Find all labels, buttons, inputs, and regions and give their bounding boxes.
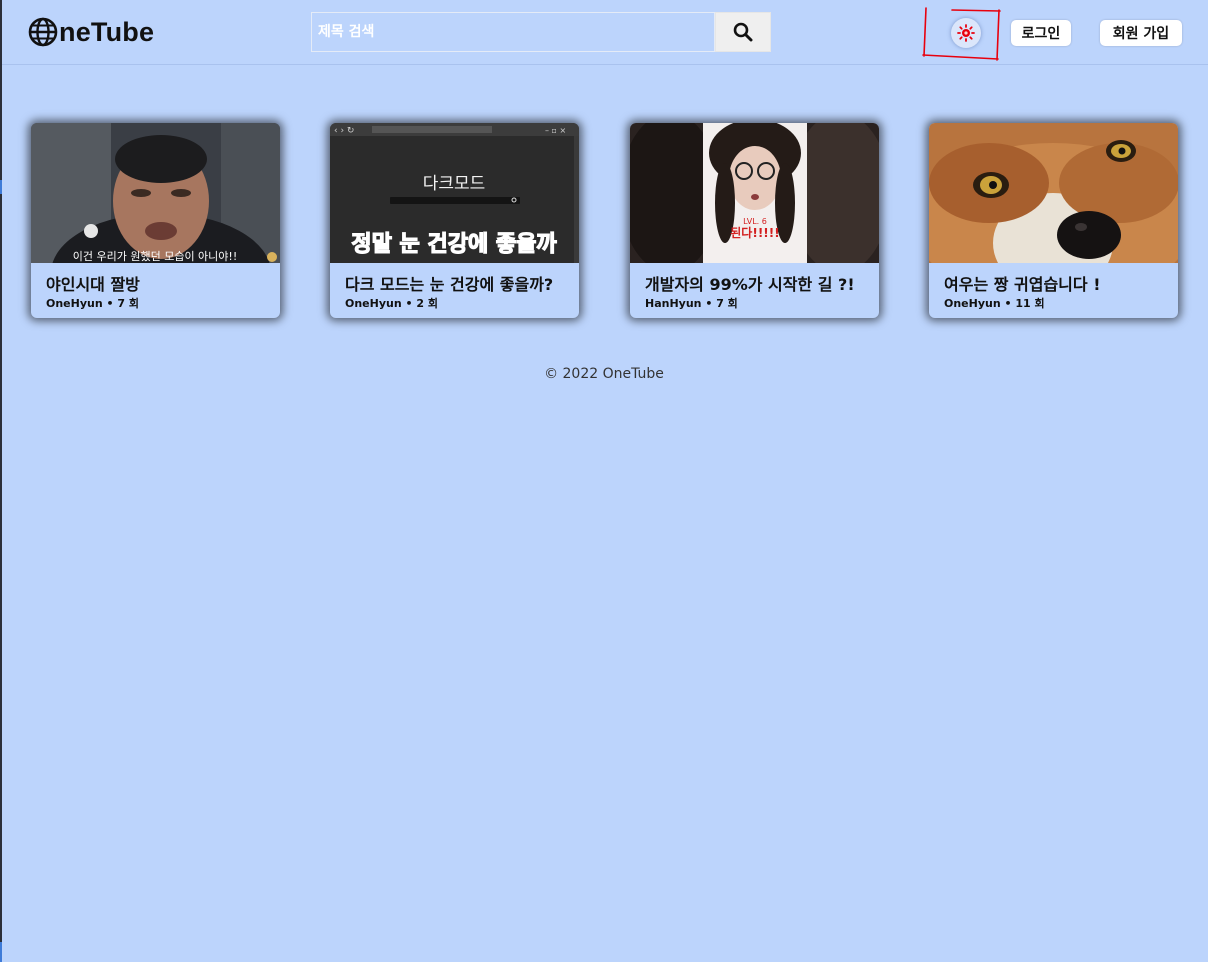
signup-button[interactable]: 회원 가입 [1100, 20, 1182, 46]
video-thumbnail[interactable]: ‹ › ↻ – ▫ × 다크모드 정말 눈 건강에 좋을까 [330, 123, 579, 263]
thumbnail-overlay-text: 된다!!!!! [730, 225, 779, 240]
video-card[interactable]: LVL. 6 된다!!!!! 개발자의 99%가 시작한 길 ?! HanHyu… [630, 123, 879, 318]
svg-text:– ▫ ×: – ▫ × [545, 126, 566, 135]
video-title[interactable]: 야인시대 짤방 [46, 271, 140, 295]
thumbnail-overlay-text: 정말 눈 건강에 좋을까 [351, 232, 557, 257]
search-icon [733, 22, 753, 42]
login-button[interactable]: 로그인 [1011, 20, 1071, 46]
video-card[interactable]: 이건 우리가 원했던 모습이 아니야!! 야인시대 짤방 OneHyun • 7… [31, 123, 280, 318]
video-title[interactable]: 개발자의 99%가 시작한 길 ?! [645, 271, 855, 295]
site-header: neTube 로그인 회원 가입 [2, 0, 1208, 65]
sun-icon [957, 24, 975, 42]
globe-icon [28, 17, 58, 47]
video-meta: OneHyun • 2 회 [345, 297, 438, 310]
theme-toggle-button[interactable] [951, 18, 981, 48]
logo[interactable]: neTube [28, 16, 154, 48]
thumbnail-caption: 이건 우리가 원했던 모습이 아니야!! [73, 250, 238, 263]
video-title[interactable]: 여우는 짱 귀엽습니다 ! [944, 271, 1101, 295]
video-title[interactable]: 다크 모드는 눈 건강에 좋을까? [345, 271, 553, 295]
video-thumbnail[interactable] [929, 123, 1178, 263]
video-thumbnail[interactable]: LVL. 6 된다!!!!! [630, 123, 879, 263]
footer-copyright: © 2022 OneTube [544, 366, 664, 382]
video-meta: OneHyun • 11 회 [944, 297, 1045, 310]
window-edge [0, 0, 2, 962]
video-card[interactable]: ‹ › ↻ – ▫ × 다크모드 정말 눈 건강에 좋을까 다크 모드는 눈 건… [330, 123, 579, 318]
thumbnail-overlay-small: LVL. 6 [743, 217, 767, 226]
video-thumbnail[interactable]: 이건 우리가 원했던 모습이 아니야!! [31, 123, 280, 263]
video-meta: HanHyun • 7 회 [645, 297, 738, 310]
thumbnail-overlay-title: 다크모드 [423, 174, 486, 194]
logo-text: neTube [59, 16, 155, 47]
search-bar [311, 12, 771, 52]
search-button[interactable] [715, 12, 771, 52]
video-card[interactable]: 여우는 짱 귀엽습니다 ! OneHyun • 11 회 [929, 123, 1178, 318]
video-meta: OneHyun • 7 회 [46, 297, 139, 310]
search-input[interactable] [311, 12, 715, 52]
svg-text:‹ › ↻: ‹ › ↻ [334, 126, 354, 136]
